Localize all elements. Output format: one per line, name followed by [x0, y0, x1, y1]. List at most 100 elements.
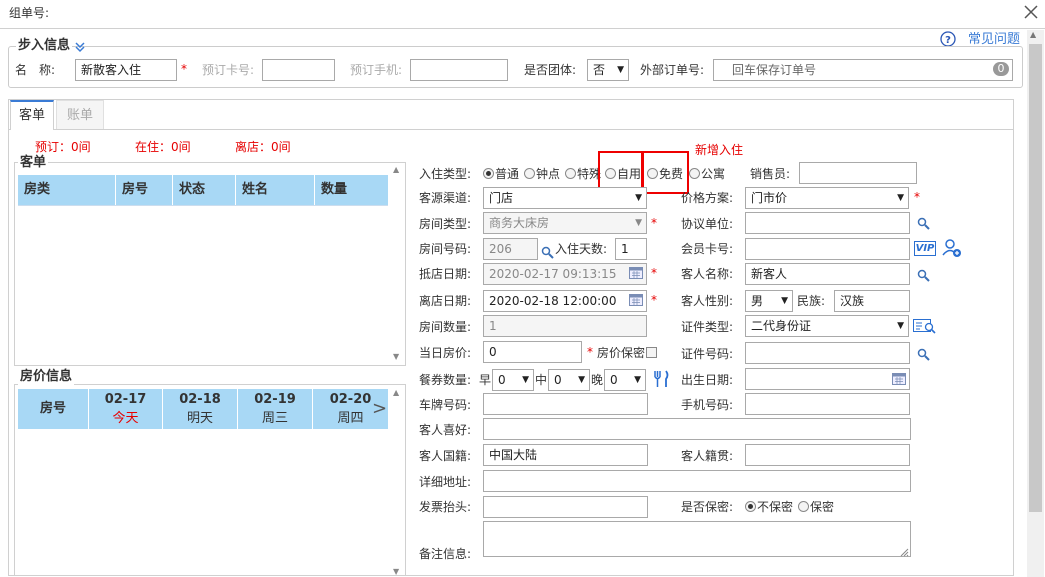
col-room-type[interactable]: 房类 [18, 175, 116, 205]
secret-option-no[interactable]: 不保密 [745, 498, 793, 516]
secret-option-yes[interactable]: 保密 [798, 498, 834, 516]
scrollbar-thumb[interactable] [1029, 44, 1042, 512]
vip-icon[interactable]: VIP [914, 241, 936, 256]
invoice-input[interactable] [483, 496, 648, 518]
nationality-label: 客人国籍: [419, 449, 472, 463]
svg-text:?: ? [945, 35, 951, 46]
member-card-label: 会员卡号: [681, 242, 734, 256]
booking-card-label: 预订卡号: [202, 63, 255, 77]
departure-label: 离店日期: [419, 294, 472, 308]
collapse-icon[interactable] [74, 41, 86, 53]
id-type-label: 证件类型: [681, 320, 734, 334]
new-checkin-title: 新增入住 [695, 143, 744, 157]
price-plan-label: 价格方案: [681, 191, 734, 205]
required-mark: * [914, 190, 920, 204]
scroll-up-arrow[interactable]: ▲ [393, 388, 403, 398]
hobby-input[interactable] [483, 418, 911, 440]
arrival-label: 抵店日期: [419, 267, 472, 281]
col-room-no[interactable]: 房号 [116, 175, 173, 205]
booking-card-input[interactable] [262, 59, 335, 81]
ext-order-label: 外部订单号: [640, 63, 705, 77]
booking-phone-input[interactable] [410, 59, 508, 81]
search-icon[interactable] [917, 348, 930, 364]
ext-order-input[interactable]: 回车保存订单号 [713, 59, 1013, 81]
price-secret-checkbox[interactable] [646, 346, 657, 360]
plate-input[interactable] [483, 393, 648, 415]
salesperson-input[interactable] [799, 162, 917, 184]
name-input[interactable]: 新散客入住 [75, 59, 177, 81]
departure-input[interactable]: 2020-02-18 12:00:00 [483, 290, 647, 312]
resize-handle-icon[interactable] [900, 546, 909, 560]
breakfast-select[interactable]: 0 ▼ [492, 369, 534, 391]
close-icon[interactable] [1022, 3, 1040, 21]
stat-in-house: 在住：0间 [135, 140, 191, 154]
guest-name-label: 客人名称: [681, 267, 734, 281]
calendar-icon[interactable] [892, 372, 906, 388]
scroll-down-arrow[interactable]: ▼ [393, 567, 403, 577]
meal-icon[interactable] [652, 369, 672, 392]
salesperson-label: 销售员: [750, 167, 791, 181]
stat-departed: 离店：0间 [235, 140, 291, 154]
name-label: 名 称: [15, 63, 56, 77]
remark-label: 备注信息: [419, 547, 472, 561]
calendar-icon[interactable] [629, 266, 643, 282]
address-input[interactable] [483, 470, 911, 492]
lunch-label: 中 [535, 373, 548, 387]
price-secret-label: 房价保密 [597, 346, 646, 360]
gender-select[interactable]: 男 ▼ [745, 290, 793, 312]
id-type-select[interactable]: 二代身份证 ▼ [745, 315, 909, 337]
col-name[interactable]: 姓名 [236, 175, 315, 205]
member-card-input[interactable] [745, 238, 910, 260]
help-icon[interactable]: ? [940, 31, 956, 47]
days-label: 入住天数: [555, 242, 608, 256]
origin-label: 客人籍贯: [681, 449, 734, 463]
price-col-room: 房号 [18, 389, 89, 429]
arrival-input[interactable]: 2020-02-17 09:13:15 [483, 263, 647, 285]
birth-label: 出生日期: [681, 373, 734, 387]
phone-input[interactable] [745, 393, 910, 415]
agreement-input[interactable] [745, 212, 910, 234]
phone-label: 手机号码: [681, 398, 734, 412]
room-type-label: 房间类型: [419, 217, 472, 231]
room-no-input[interactable]: 206 [483, 238, 538, 260]
dialog-title: 组单号: [9, 6, 50, 20]
room-count-input[interactable]: 1 [483, 315, 647, 337]
nationality-input[interactable]: 中国大陆 [483, 444, 648, 466]
origin-input[interactable] [745, 444, 910, 466]
lunch-select[interactable]: 0 ▼ [548, 369, 590, 391]
address-label: 详细地址: [419, 475, 472, 489]
search-icon[interactable] [917, 269, 930, 285]
source-select[interactable]: 门店 ▼ [483, 187, 647, 209]
day-price-input[interactable]: 0 [483, 341, 582, 363]
add-user-icon[interactable] [942, 238, 962, 261]
dinner-select[interactable]: 0 ▼ [604, 369, 646, 391]
id-no-input[interactable] [745, 342, 910, 364]
checkin-type-apartment[interactable]: 公寓 [689, 165, 725, 183]
is-group-select[interactable]: 否 ▼ [587, 59, 629, 81]
search-icon[interactable] [917, 217, 930, 233]
scroll-up-arrow[interactable]: ▲ [1030, 30, 1041, 40]
col-count[interactable]: 数量 [315, 175, 388, 205]
next-day-arrow[interactable]: > [372, 398, 387, 419]
day-col: 02-18 明天 [163, 389, 238, 429]
day-col: 02-19 周三 [238, 389, 313, 429]
checkin-type-normal[interactable]: 普通 [483, 165, 519, 183]
room-type-select[interactable]: 商务大床房 ▼ [483, 212, 647, 234]
required-mark: * [651, 266, 657, 280]
scroll-up-arrow[interactable]: ▲ [393, 165, 403, 175]
tab-guest-order[interactable]: 客单 [10, 100, 54, 130]
search-icon[interactable] [541, 246, 554, 262]
price-plan-select[interactable]: 门市价 ▼ [745, 187, 909, 209]
birth-input[interactable] [745, 368, 910, 390]
remark-textarea[interactable] [483, 521, 911, 557]
tab-bill[interactable]: 账单 [56, 100, 104, 129]
highlight-box [642, 151, 689, 194]
id-scan-icon[interactable] [913, 318, 937, 337]
checkin-type-hourly[interactable]: 钟点 [524, 165, 560, 183]
scroll-down-arrow[interactable]: ▼ [393, 352, 403, 362]
ethnicity-input[interactable]: 汉族 [834, 290, 910, 312]
days-input[interactable]: 1 [615, 238, 647, 260]
calendar-icon[interactable] [629, 293, 643, 309]
col-status[interactable]: 状态 [173, 175, 236, 205]
guest-name-input[interactable]: 新客人 [745, 263, 910, 285]
